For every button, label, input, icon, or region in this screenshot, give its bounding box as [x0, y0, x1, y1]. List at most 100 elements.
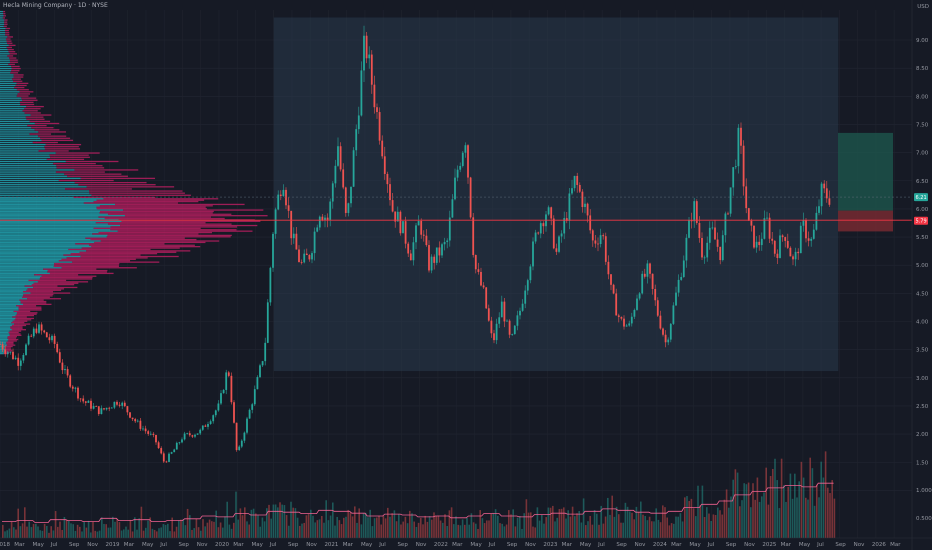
price-tick-label: 5.50: [916, 235, 929, 241]
volume-bar: [384, 518, 387, 538]
candle-body: [199, 429, 202, 434]
candle-body: [825, 188, 828, 199]
volume-bar: [270, 518, 272, 538]
profile-bar-down: [98, 216, 211, 218]
price-tick-label: 8.00: [916, 94, 929, 100]
volume-bar: [437, 515, 440, 538]
profile-bar-up: [0, 341, 7, 344]
profile-bar-up: [0, 241, 95, 244]
candle-body: [344, 187, 347, 213]
profile-bar-up: [0, 216, 99, 218]
volume-bar: [653, 521, 655, 538]
candle-body: [243, 432, 246, 441]
candle-body: [784, 237, 787, 241]
profile-bar-down: [19, 299, 44, 301]
candle-body: [412, 242, 415, 261]
candle-body: [820, 183, 823, 207]
candle-body: [160, 448, 163, 454]
profile-bar-up: [0, 42, 8, 44]
volume-bar: [453, 524, 455, 538]
candle-body: [448, 217, 451, 241]
volume-bar: [681, 521, 684, 538]
candle-body: [147, 431, 150, 434]
profile-bar-up: [0, 27, 6, 30]
volume-bar: [785, 501, 787, 538]
volume-bar: [745, 484, 748, 538]
candle-body: [526, 280, 529, 291]
candle-body: [695, 201, 698, 223]
candle-body: [350, 186, 352, 204]
volume-bar: [134, 517, 136, 538]
profile-bar-down: [18, 309, 42, 311]
profile-bar-up: [0, 169, 75, 171]
volume-bar: [103, 523, 105, 538]
volume-bar: [725, 489, 728, 538]
profile-bar-down: [23, 291, 54, 293]
volume-bar: [622, 522, 624, 538]
candle-body: [6, 352, 9, 354]
volume-bar: [228, 524, 231, 538]
time-tick-label: Nov: [197, 542, 208, 548]
candle-body: [285, 189, 287, 206]
profile-bar-down: [38, 150, 69, 152]
volume-bar: [765, 467, 767, 538]
volume-bar: [74, 530, 77, 538]
volume-bar: [85, 527, 88, 538]
candle-body: [123, 402, 126, 407]
candle-body: [542, 223, 545, 227]
candle-body: [376, 107, 378, 113]
profile-bar-down: [6, 46, 12, 49]
volume-bar: [312, 515, 314, 538]
candle-body: [630, 316, 633, 324]
candle-body: [131, 417, 134, 420]
volume-bar: [303, 522, 305, 538]
price-chart[interactable]: 9.00 8.50 8.00 7.50 7.00 6.50 6.00 5.50 5.00 4.50…: [0, 0, 932, 550]
volume-bar: [776, 480, 778, 538]
candle-body: [305, 253, 308, 255]
candle-body: [40, 324, 43, 331]
profile-bar-up: [0, 143, 46, 146]
volume-bar: [712, 514, 715, 538]
profile-bar-up: [0, 327, 11, 329]
candle-body: [253, 389, 256, 405]
profile-bar-up: [0, 203, 116, 206]
profile-bar-up: [0, 289, 27, 291]
candle-body: [446, 240, 449, 243]
profile-bar-up: [0, 36, 8, 38]
volume-bar: [455, 516, 457, 538]
volume-bar: [426, 521, 429, 538]
volume-bar: [215, 510, 217, 538]
candle-body: [524, 290, 527, 304]
profile-bar-down: [16, 89, 29, 91]
volume-bar: [261, 517, 264, 538]
candle-body: [740, 127, 742, 146]
profile-bar-down: [81, 247, 180, 249]
profile-bar-down: [8, 338, 19, 341]
candle-body: [9, 351, 12, 353]
volume-bar: [488, 520, 490, 538]
candle-body: [599, 235, 602, 245]
candle-body: [363, 35, 365, 71]
profile-bar-down: [44, 146, 79, 148]
volume-bar: [340, 524, 343, 538]
profile-bar-up: [0, 262, 55, 265]
profile-bar-down: [5, 34, 10, 36]
profile-bar-up: [0, 305, 17, 307]
profile-bar-up: [0, 21, 5, 23]
volume-bar: [591, 524, 594, 538]
profile-bar-up: [0, 352, 4, 355]
volume-bar: [411, 513, 413, 538]
volume-bar: [50, 526, 52, 538]
candle-body: [693, 201, 696, 222]
profile-bar-up: [0, 44, 9, 47]
candle-body: [201, 425, 204, 430]
profile-bar-down: [11, 322, 25, 324]
profile-bar-up: [0, 32, 6, 34]
volume-bar: [290, 501, 292, 538]
candle-body: [0, 344, 1, 345]
candle-body: [157, 442, 160, 449]
profile-bar-up: [0, 251, 80, 253]
profile-bar-down: [96, 206, 206, 208]
candle-body: [1, 344, 4, 350]
candle-body: [568, 193, 571, 221]
